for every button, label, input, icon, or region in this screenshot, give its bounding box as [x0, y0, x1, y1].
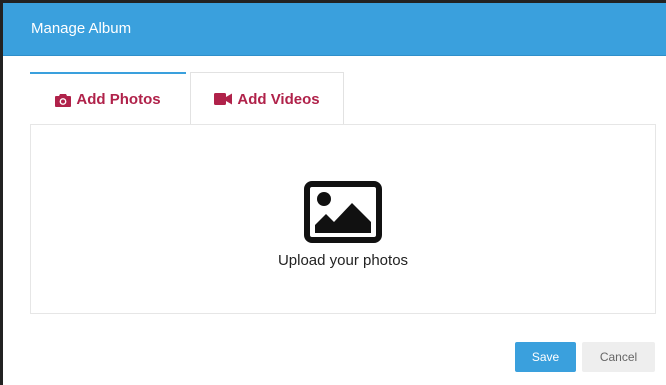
- video-camera-icon: [214, 93, 233, 105]
- upload-dropzone[interactable]: Upload your photos: [31, 181, 655, 269]
- cancel-button[interactable]: Cancel: [582, 342, 655, 372]
- dialog-header: Manage Album: [3, 3, 666, 56]
- upload-text: Upload your photos: [277, 252, 409, 269]
- camera-icon: [55, 93, 72, 107]
- tab-bar: Add Photos Add Videos: [30, 72, 360, 125]
- tab-add-photos[interactable]: Add Photos: [30, 72, 186, 125]
- image-icon: [304, 181, 382, 248]
- tab-add-videos-label: Add Videos: [237, 90, 320, 108]
- save-button[interactable]: Save: [515, 342, 576, 372]
- tab-add-photos-label: Add Photos: [76, 91, 161, 108]
- tab-add-videos[interactable]: Add Videos: [190, 72, 344, 125]
- upload-panel[interactable]: Upload your photos: [30, 124, 656, 314]
- dialog-title: Manage Album: [31, 20, 132, 37]
